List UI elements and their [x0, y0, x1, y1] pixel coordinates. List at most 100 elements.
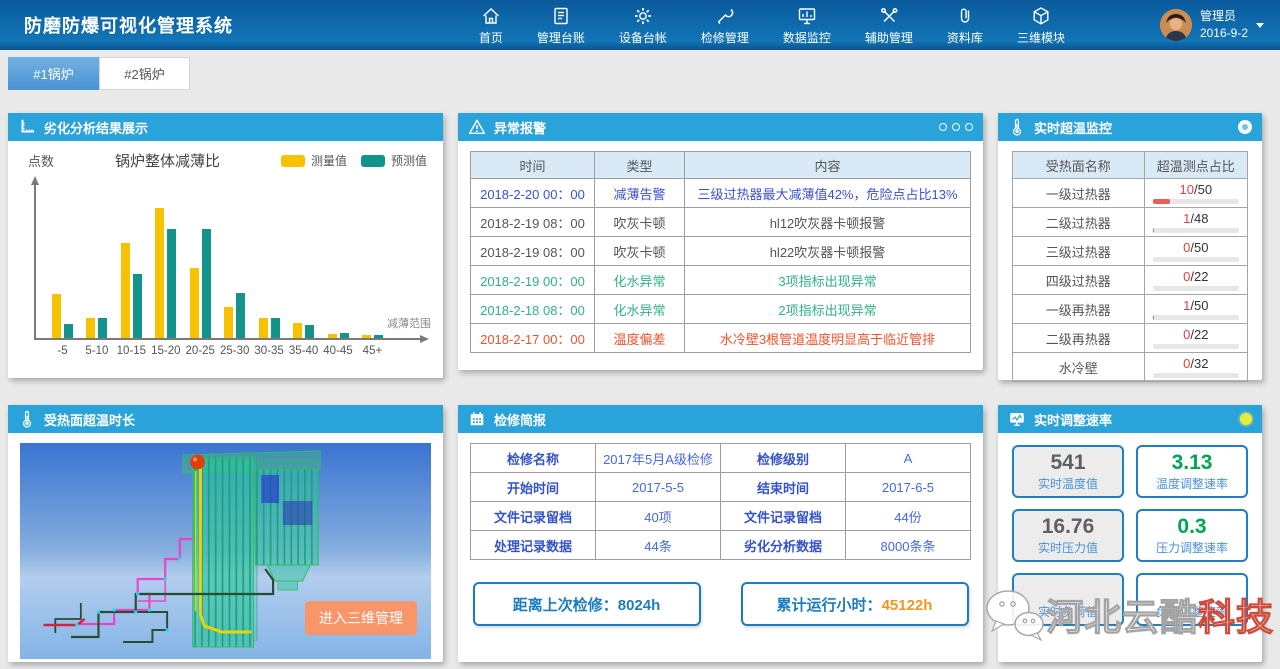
maintenance-row: 处理记录数据44条劣化分析数据8000条条 — [471, 531, 971, 560]
tab-boiler-1[interactable]: #1锅炉 — [8, 57, 99, 90]
surface-name: 一级过热器 — [1013, 179, 1145, 208]
nav-item-home[interactable]: 首页 — [479, 5, 503, 46]
button-label: 累计运行小时： — [777, 597, 882, 614]
surface-name: 水冷壁 — [1013, 353, 1145, 382]
maintenance-label: 开始时间 — [471, 473, 596, 502]
since-last-maintenance-button[interactable]: 距离上次检修：8024h — [473, 582, 701, 626]
bar-measured — [224, 307, 233, 338]
rate-label: 压力调整速率 — [1156, 539, 1228, 556]
overtemp-row: 三级过热器 0/50 — [1013, 237, 1248, 266]
button-label: 距离上次检修： — [513, 597, 618, 614]
maintenance-buttons: 距离上次检修：8024h 累计运行小时：45122h — [458, 582, 983, 626]
nav-item-monitor[interactable]: 数据监控 — [783, 5, 831, 46]
column-header-time: 时间 — [471, 152, 595, 179]
alarm-row: 2018-2-20 00：00 减薄告警 三级过热器最大减薄值42%，危险点占比… — [471, 179, 971, 208]
user-block[interactable]: 管理员 2016-9-2 — [1160, 8, 1264, 42]
nav-label: 检修管理 — [701, 29, 749, 46]
overtemp-progress — [1153, 344, 1239, 349]
bar-group: 5-10 — [86, 183, 107, 338]
chart-ylabel: 点数 — [28, 151, 54, 170]
overtemp-ratio: 0/22 — [1153, 327, 1239, 342]
nav-item-ledger[interactable]: 管理台账 — [537, 5, 585, 46]
thermometer-icon — [18, 410, 36, 428]
maintenance-value: A — [846, 444, 971, 473]
nav-item-gear[interactable]: 设备台帐 — [619, 5, 667, 46]
total-running-hours-button[interactable]: 累计运行小时：45122h — [741, 582, 969, 626]
bar-group: 40-45 — [328, 183, 349, 338]
bar-group: -5 — [52, 183, 73, 338]
rate-card: 541 实时温度值 — [1012, 445, 1124, 498]
maintenance-value: 2017-5-5 — [596, 473, 721, 502]
status-indicator-dot — [1240, 413, 1252, 425]
gear-icon — [632, 5, 654, 27]
maintenance-label: 结束时间 — [721, 473, 846, 502]
surface-name: 二级过热器 — [1013, 208, 1145, 237]
nav-item-wrench[interactable]: 检修管理 — [701, 5, 749, 46]
button-value: 8024h — [618, 597, 661, 614]
panel-realtime-rates: 实时调整速率 541 实时温度值 3.13 温度调整速率 16.76 实时压力值… — [998, 405, 1262, 662]
bar-category-label: -5 — [57, 345, 67, 357]
bar-group: 30-35 — [259, 183, 280, 338]
maintenance-row: 检修名称2017年5月A级检修检修级别A — [471, 444, 971, 473]
alarm-content: 三级过热器最大减薄值42%，危险点占比13% — [685, 179, 971, 208]
tab-boiler-2[interactable]: #2锅炉 — [99, 57, 190, 90]
alarm-content: 3项指标出现异常 — [685, 266, 971, 295]
bar-group: 10-15 — [121, 183, 142, 338]
legend-item: 预测值 — [361, 152, 427, 169]
panel-title: 劣化分析结果展示 — [44, 118, 148, 137]
calendar-icon — [468, 410, 486, 428]
panel-header: 检修简报 — [458, 405, 983, 433]
alarm-header-row: 时间 类型 内容 — [471, 152, 971, 179]
nav-item-tools[interactable]: 辅助管理 — [865, 5, 913, 46]
maintenance-row: 开始时间2017-5-5结束时间2017-6-5 — [471, 473, 971, 502]
overtemp-header-row: 受热面名称 超温测点占比 — [1013, 152, 1248, 179]
alarm-type: 化水异常 — [595, 295, 685, 324]
column-header-content: 内容 — [685, 152, 971, 179]
cube-icon — [1030, 5, 1052, 27]
panel-title: 受热面超温时长 — [44, 410, 135, 429]
overtemp-table: 受热面名称 超温测点占比 一级过热器 10/50 二级过热器 1/48 三级过热… — [1012, 151, 1248, 382]
chart-xlabel: 减薄范围 — [387, 315, 431, 331]
maintenance-label: 处理记录数据 — [471, 531, 596, 560]
bar-category-label: 10-15 — [117, 345, 146, 357]
alarm-type: 吹灰卡顿 — [595, 208, 685, 237]
x-axis — [34, 338, 425, 340]
rate-label: 温度调整速率 — [1156, 475, 1228, 492]
bar-predicted — [133, 274, 142, 338]
bar-predicted — [236, 293, 245, 338]
panel-title: 检修简报 — [494, 410, 546, 429]
more-options-dots[interactable] — [939, 123, 973, 131]
tools-icon — [878, 5, 900, 27]
nav-item-paperclip[interactable]: 资料库 — [947, 5, 983, 46]
alarm-type: 化水异常 — [595, 266, 685, 295]
bar-measured — [293, 323, 302, 338]
maintenance-label: 检修级别 — [721, 444, 846, 473]
alarm-table: 时间 类型 内容 2018-2-20 00：00 减薄告警 三级过热器最大减薄值… — [470, 151, 971, 353]
user-meta: 管理员 2016-9-2 — [1200, 8, 1248, 42]
nav-items: 首页 管理台账 设备台帐 检修管理 数据监控 辅助管理 资料库 三维模块 — [479, 5, 1065, 46]
bar-category-label: 35-40 — [289, 345, 318, 357]
user-date: 2016-9-2 — [1200, 25, 1248, 42]
bar-predicted — [64, 324, 73, 338]
bar-group: 25-30 — [224, 183, 245, 338]
monitor-chart-icon — [1008, 410, 1026, 428]
bar-predicted — [202, 229, 211, 338]
rate-label: 实时压力值 — [1038, 539, 1098, 556]
chart-title: 锅炉整体减薄比 — [54, 150, 281, 171]
bar-measured — [52, 294, 61, 338]
bar-category-label: 40-45 — [323, 345, 352, 357]
overtemp-row: 一级过热器 10/50 — [1013, 179, 1248, 208]
nav-item-cube[interactable]: 三维模块 — [1017, 5, 1065, 46]
overtemp-progress — [1153, 199, 1239, 204]
boiler-3d-viewport[interactable]: 进入三维管理 — [20, 443, 431, 659]
alarm-time: 2018-2-19 00：00 — [471, 266, 595, 295]
bar-predicted — [167, 229, 176, 338]
rate-cards: 541 实时温度值 3.13 温度调整速率 16.76 实时压力值 0.3 压力… — [998, 433, 1262, 638]
surface-name: 四级过热器 — [1013, 266, 1145, 295]
enter-3d-management-button[interactable]: 进入三维管理 — [305, 601, 417, 635]
maintenance-label: 文件记录留档 — [471, 502, 596, 531]
panel-header: 实时调整速率 — [998, 405, 1262, 433]
overtemp-progress — [1153, 228, 1239, 233]
chart-meta-row: 点数 锅炉整体减薄比 测量值 预测值 — [8, 141, 443, 171]
panel-header: 异常报警 — [458, 113, 983, 141]
